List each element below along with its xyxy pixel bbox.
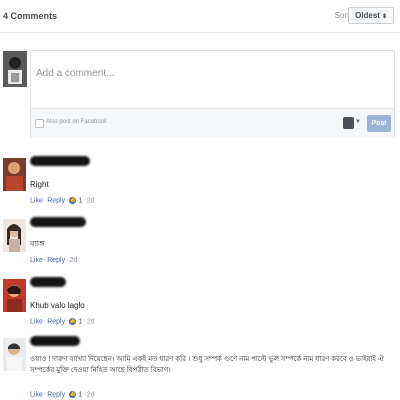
commenter-name-redacted[interactable] — [30, 277, 66, 287]
comment-composer: Add a comment... Also post on Facebook ▼… — [30, 50, 395, 138]
commenter-name-redacted[interactable] — [30, 217, 86, 227]
identity-avatar-icon[interactable] — [343, 117, 354, 129]
comment-actions: Like·Reply·2d — [30, 257, 78, 264]
reply-link[interactable]: Reply — [47, 391, 65, 398]
thumbs-up-icon: 👍 — [69, 318, 77, 325]
also-post-checkbox[interactable] — [35, 119, 44, 128]
comment-text: Khub valo laglo — [30, 301, 85, 310]
post-button[interactable]: Post — [367, 115, 391, 132]
thumbs-up-icon: 👍 — [69, 197, 77, 204]
like-link[interactable]: Like — [30, 197, 43, 204]
comment-time[interactable]: 2d — [87, 318, 95, 325]
commenter-name-redacted[interactable] — [30, 156, 90, 166]
comment-time[interactable]: 2d — [87, 197, 95, 204]
commenter-avatar[interactable] — [3, 279, 26, 312]
sort-select-value: Oldest — [355, 11, 380, 20]
comments-header: 4 Comments Sort by Oldest⬍ — [0, 0, 400, 33]
comment-actions: Like·Reply·👍 1·2d — [30, 391, 95, 399]
identity-caret-icon[interactable]: ▼ — [355, 119, 361, 125]
comment-text: ব্যাঙ্গ — [30, 239, 45, 248]
comment-text: ওয়াও ! দারুণ ব্যাখ্যা দিয়েছেন। আমি একই… — [30, 356, 384, 374]
comment-time[interactable]: 2d — [69, 257, 77, 264]
comment-actions: Like·Reply·👍 1·2d — [30, 197, 95, 205]
like-link[interactable]: Like — [30, 391, 43, 398]
commenter-avatar[interactable] — [3, 219, 26, 252]
commenter-avatar[interactable] — [3, 158, 26, 191]
sort-caret-icon: ⬍ — [381, 14, 387, 20]
reply-link[interactable]: Reply — [47, 257, 65, 264]
thumbs-up-icon: 👍 — [69, 391, 77, 398]
sort-select[interactable]: Oldest ⬍ — [348, 7, 394, 24]
like-link[interactable]: Like — [30, 318, 43, 325]
comment-time[interactable]: 2d — [87, 391, 95, 398]
comment-actions: Like·Reply·👍 1·2d — [30, 318, 95, 326]
commenter-name-redacted[interactable] — [30, 336, 80, 346]
comment-count: 4 Comments — [3, 11, 58, 21]
comment-input[interactable]: Add a comment... — [31, 51, 394, 107]
comment-text: Right — [30, 180, 49, 189]
also-post-label: Also post on Facebook — [46, 119, 108, 125]
reply-link[interactable]: Reply — [47, 197, 65, 204]
reply-link[interactable]: Reply — [47, 318, 65, 325]
like-link[interactable]: Like — [30, 257, 43, 264]
current-user-avatar — [3, 51, 27, 87]
composer-footer: Also post on Facebook ▼ Post — [31, 108, 394, 138]
commenter-avatar[interactable] — [3, 338, 26, 371]
